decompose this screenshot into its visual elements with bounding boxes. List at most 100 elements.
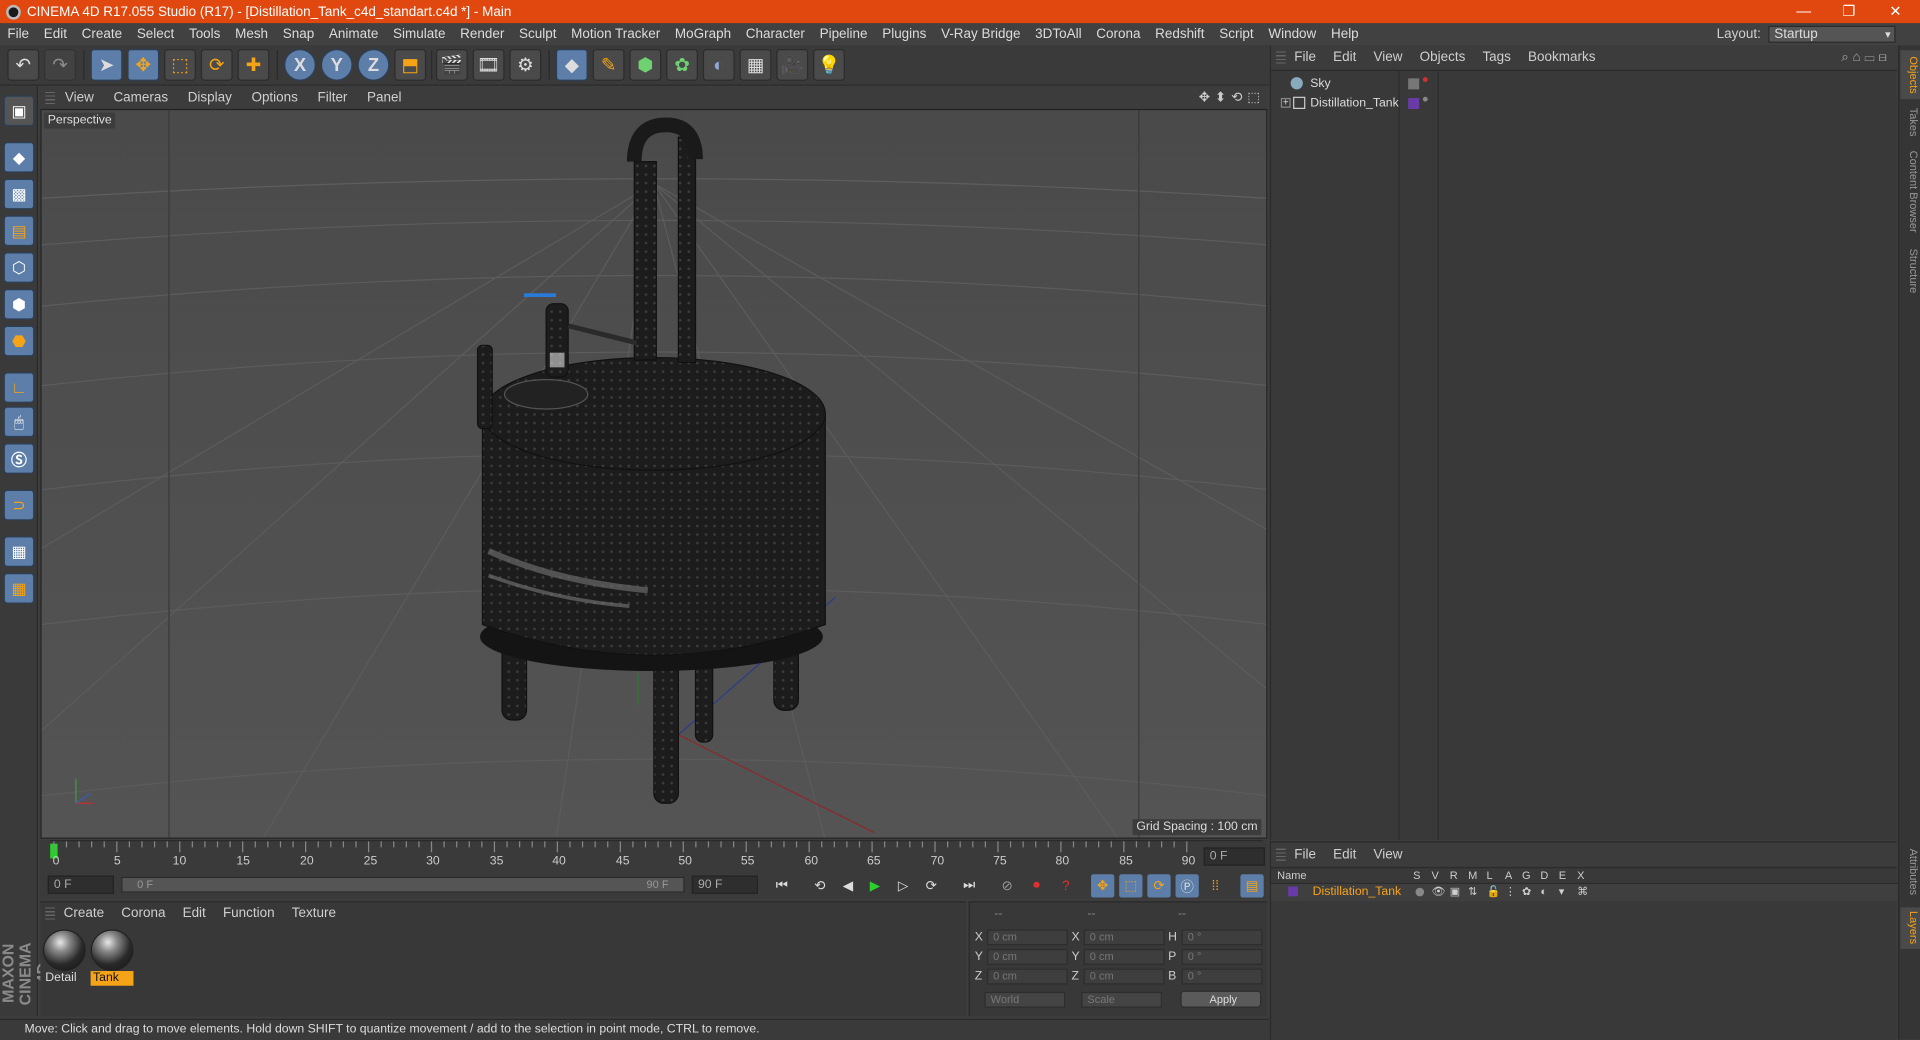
coordinate-system-icon[interactable]: ⬒	[394, 48, 427, 81]
material-menu-corona[interactable]: Corona	[113, 906, 174, 921]
key-rotation-icon[interactable]: ⟳	[1147, 874, 1171, 898]
snap-icon[interactable]: Ⓢ	[3, 443, 35, 474]
polygons-mode-icon[interactable]: ⬣	[3, 325, 35, 357]
layer-col-animation[interactable]: A	[1505, 869, 1512, 881]
orbit-icon[interactable]: ⟲	[1231, 89, 1242, 106]
object-menu-view[interactable]: View	[1365, 50, 1411, 65]
render-view-icon[interactable]: 🎬	[435, 48, 468, 81]
object-menu-edit[interactable]: Edit	[1325, 50, 1365, 65]
render-settings-icon[interactable]: ⚙	[509, 48, 542, 81]
layer-color-icon[interactable]	[1288, 886, 1298, 897]
make-editable-icon[interactable]: ▣	[3, 95, 35, 127]
key-param-icon[interactable]: Ⓟ	[1175, 874, 1199, 898]
close-button[interactable]: ✕	[1873, 0, 1917, 23]
points-mode-icon[interactable]: ⬡	[3, 252, 35, 283]
dolly-icon[interactable]: ⬍	[1215, 89, 1226, 106]
size-z-field[interactable]: 0 cm	[1083, 968, 1165, 985]
pos-x-field[interactable]: 0 cm	[986, 929, 1068, 946]
deformer-toggle-icon[interactable]: ◐	[1540, 885, 1547, 897]
material-menu-function[interactable]: Function	[214, 906, 283, 921]
rotate-icon[interactable]: ⟳	[200, 48, 233, 81]
expression-toggle-icon[interactable]: ▾	[1559, 885, 1565, 898]
layer-menu-view[interactable]: View	[1365, 847, 1411, 862]
object-menu-tags[interactable]: Tags	[1474, 50, 1520, 65]
animation-toggle-icon[interactable]: ⋮	[1505, 885, 1516, 898]
end-frame-field[interactable]: 90 F	[691, 875, 758, 894]
layer-col-locked[interactable]: L	[1487, 869, 1493, 881]
visibility-toggle-icon[interactable]	[1408, 77, 1420, 89]
tweak-mode-icon[interactable]: 🖱	[3, 406, 35, 438]
camera-icon[interactable]: 🎥	[776, 48, 809, 81]
viewport-menu-panel[interactable]: Panel	[357, 91, 411, 106]
material-swatch-tank[interactable]: Tank	[90, 929, 134, 986]
menu-script[interactable]: Script	[1212, 27, 1261, 42]
3d-viewport[interactable]: Perspective Grid Spacing : 100 cm	[40, 108, 1268, 839]
layer-menu-edit[interactable]: Edit	[1325, 847, 1365, 862]
previous-frame-icon[interactable]: ◀	[836, 874, 859, 897]
keyframe-selection-icon[interactable]: ?	[1054, 874, 1077, 897]
solo-toggle-icon[interactable]	[1415, 887, 1425, 897]
workplane-icon[interactable]: ▤	[3, 215, 35, 247]
layer-col-solo[interactable]: S	[1413, 869, 1420, 881]
key-pla-icon[interactable]: ⁞⁞	[1204, 874, 1227, 897]
y-axis-icon[interactable]: Y	[320, 48, 353, 81]
menu-sculpt[interactable]: Sculpt	[512, 27, 564, 42]
material-menu-texture[interactable]: Texture	[283, 906, 344, 921]
object-row-distillation-tank[interactable]: + Distillation_Tank	[1280, 93, 1428, 113]
manager-toggle-icon[interactable]: ⇅	[1468, 885, 1477, 898]
expand-icon[interactable]: +	[1280, 97, 1291, 108]
object-menu-bookmarks[interactable]: Bookmarks	[1519, 50, 1604, 65]
z-axis-icon[interactable]: Z	[357, 48, 390, 81]
move-plus-icon[interactable]: ✚	[237, 48, 270, 81]
pos-y-field[interactable]: 0 cm	[986, 948, 1068, 965]
timeline[interactable]: 0 5 10 15 20 25 30 35 40 45 50 55 60 65 …	[40, 840, 1268, 872]
minimize-button[interactable]: —	[1782, 0, 1826, 23]
model-mode-icon[interactable]: ◆	[3, 142, 35, 173]
viewport-menu-options[interactable]: Options	[242, 91, 308, 106]
rot-p-field[interactable]: 0 °	[1181, 948, 1263, 965]
maximize-view-icon[interactable]: ⬚	[1247, 89, 1260, 106]
undo-icon[interactable]: ↶	[7, 48, 40, 81]
layer-col-expressions[interactable]: E	[1559, 869, 1566, 881]
layer-col-xref[interactable]: X	[1577, 869, 1584, 881]
tab-structure[interactable]: Structure	[1900, 244, 1920, 298]
menu-mograph[interactable]: MoGraph	[668, 27, 739, 42]
size-y-field[interactable]: 0 cm	[1083, 948, 1165, 965]
timeline-window-icon[interactable]: ▤	[1240, 874, 1264, 898]
viewport-menu-filter[interactable]: Filter	[308, 91, 358, 106]
scale-icon[interactable]: ⬚	[164, 48, 196, 81]
material-swatch-detail[interactable]: Detail	[42, 929, 86, 985]
go-to-end-icon[interactable]: ⏭	[958, 874, 981, 897]
panel-grip-icon[interactable]	[1275, 848, 1286, 861]
move-icon[interactable]: ✥	[127, 48, 160, 81]
menu-character[interactable]: Character	[738, 27, 812, 42]
magnet-icon[interactable]: ⊃	[3, 489, 35, 521]
viewport-menu-view[interactable]: View	[55, 91, 104, 106]
subdivision-icon[interactable]: ⬢	[629, 48, 662, 81]
go-to-start-icon[interactable]: ⏮	[770, 874, 793, 897]
edges-mode-icon[interactable]: ⬢	[3, 288, 35, 320]
xref-toggle-icon[interactable]: ⌘	[1577, 885, 1588, 898]
object-search-icons[interactable]: ⌕ ⌂ ▭ ⊟	[1841, 50, 1887, 66]
rot-b-field[interactable]: 0 °	[1181, 968, 1263, 985]
layer-color-icon[interactable]	[1408, 97, 1420, 109]
pan-icon[interactable]: ✥	[1199, 89, 1210, 106]
menu-plugins[interactable]: Plugins	[875, 27, 934, 42]
rot-h-field[interactable]: 0 °	[1181, 929, 1263, 946]
apply-button[interactable]: Apply	[1180, 990, 1262, 1008]
tab-attributes[interactable]: Attributes	[1900, 841, 1920, 902]
deformer-icon[interactable]: ◐	[702, 48, 735, 81]
panel-grip-icon[interactable]	[45, 907, 56, 920]
menu-redshift[interactable]: Redshift	[1148, 27, 1212, 42]
pen-spline-icon[interactable]: ✎	[592, 48, 625, 81]
redo-icon[interactable]: ↷	[44, 48, 76, 81]
menu-file[interactable]: File	[0, 27, 36, 42]
layout-dropdown[interactable]: Startup	[1768, 25, 1896, 43]
tab-layers[interactable]: Layers	[1900, 907, 1920, 949]
previous-key-icon[interactable]: ⟲	[808, 874, 831, 897]
key-scale-icon[interactable]: ⬚	[1119, 874, 1143, 898]
autokey-icon[interactable]: ⏺	[1025, 874, 1048, 897]
menu-create[interactable]: Create	[74, 27, 129, 42]
menu-help[interactable]: Help	[1324, 27, 1366, 42]
panel-grip-icon[interactable]	[1275, 51, 1286, 64]
